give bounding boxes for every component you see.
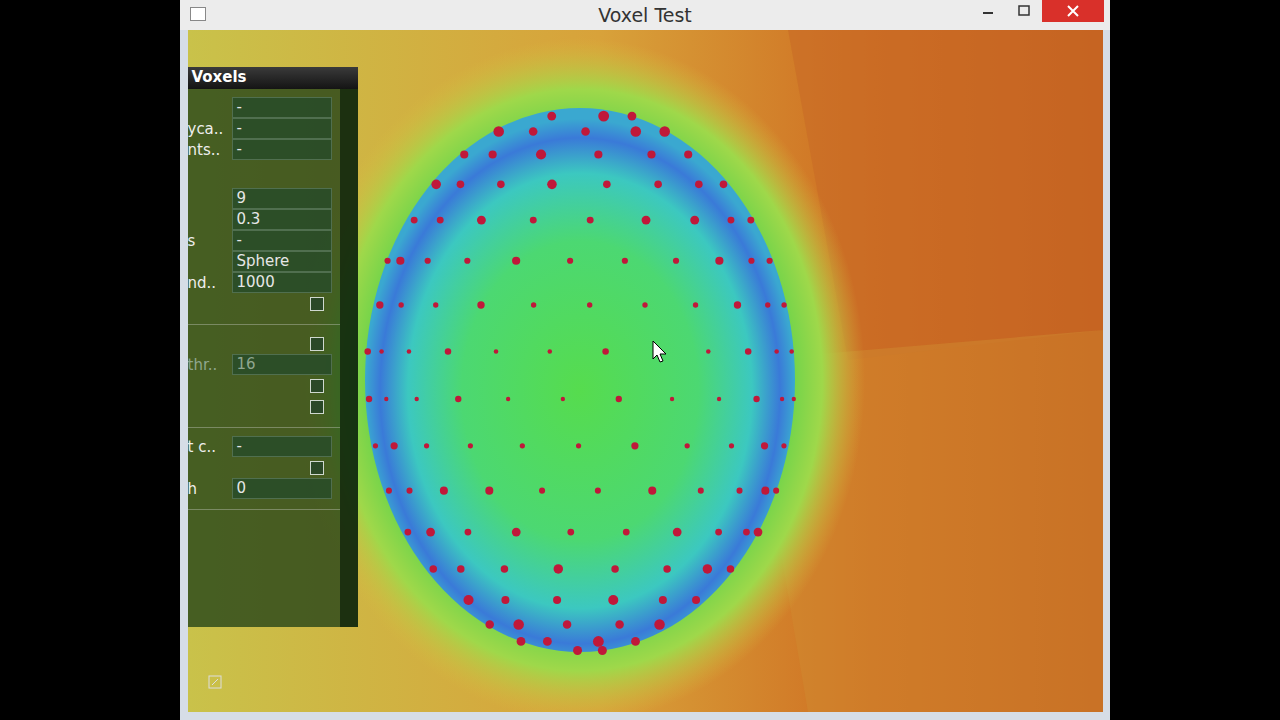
- value-field[interactable]: -: [232, 230, 332, 251]
- panel-row: h0: [188, 478, 340, 499]
- minimize-icon[interactable]: [970, 0, 1006, 22]
- panel-row: [188, 375, 340, 396]
- panel-row: [188, 457, 340, 478]
- panel-row: yca..-: [188, 118, 340, 139]
- checkbox[interactable]: [310, 297, 324, 311]
- panel-row: t c..-: [188, 436, 340, 457]
- value-field[interactable]: 0.3: [232, 209, 332, 230]
- window-title: Voxel Test: [598, 4, 692, 26]
- close-icon[interactable]: [1042, 0, 1104, 22]
- maximize-icon[interactable]: [1006, 0, 1042, 22]
- checkbox[interactable]: [310, 461, 324, 475]
- row-label: nts..: [188, 141, 232, 159]
- panel-row: nd..1000: [188, 272, 340, 293]
- value-field[interactable]: 1000: [232, 272, 332, 293]
- panel-group: 90.3s-Spherend..1000: [188, 180, 340, 325]
- panel-scrollbar[interactable]: [340, 89, 358, 627]
- panel-title[interactable]: Voxels: [188, 67, 358, 89]
- panel-row: nts..-: [188, 139, 340, 160]
- value-field[interactable]: -: [232, 97, 332, 118]
- panel-row: 9: [188, 188, 340, 209]
- panel-row: [188, 333, 340, 354]
- value-field[interactable]: Sphere: [232, 251, 332, 272]
- panel-row: [188, 396, 340, 417]
- title-bar[interactable]: Voxel Test: [180, 0, 1110, 30]
- panel-row: 0.3: [188, 209, 340, 230]
- value-field[interactable]: 9: [232, 188, 332, 209]
- value-field[interactable]: -: [232, 436, 332, 457]
- checkbox[interactable]: [310, 400, 324, 414]
- row-label: s: [188, 232, 232, 250]
- row-label: thr..: [188, 356, 232, 374]
- mouse-cursor-icon: [652, 340, 668, 364]
- app-window: Voxel TestVoxels-yca..-nts..-90.3s-Spher…: [180, 0, 1110, 720]
- panel-group: t c..- h0: [188, 428, 340, 510]
- screen: Voxel TestVoxels-yca..-nts..-90.3s-Spher…: [0, 0, 1280, 720]
- value-field[interactable]: -: [232, 118, 332, 139]
- row-label: t c..: [188, 438, 232, 456]
- panel-row: Sphere: [188, 251, 340, 272]
- row-label: yca..: [188, 120, 232, 138]
- panel-group: thr..16: [188, 325, 340, 428]
- panel-row: s-: [188, 230, 340, 251]
- value-field[interactable]: 0: [232, 478, 332, 499]
- viewport[interactable]: Voxels-yca..-nts..-90.3s-Spherend..1000t…: [188, 30, 1103, 712]
- checkbox[interactable]: [310, 337, 324, 351]
- row-label: h: [188, 480, 232, 498]
- checkbox[interactable]: [310, 379, 324, 393]
- voxels-panel: Voxels-yca..-nts..-90.3s-Spherend..1000t…: [188, 67, 358, 627]
- panel-row: [188, 293, 340, 314]
- app-icon: [190, 7, 206, 21]
- value-field[interactable]: -: [232, 139, 332, 160]
- panel-row: -: [188, 97, 340, 118]
- row-label: nd..: [188, 274, 232, 292]
- panel-row: thr..16: [188, 354, 340, 375]
- resize-icon[interactable]: [208, 675, 222, 689]
- panel-group: -yca..-nts..-: [188, 89, 340, 180]
- value-field[interactable]: 16: [232, 354, 332, 375]
